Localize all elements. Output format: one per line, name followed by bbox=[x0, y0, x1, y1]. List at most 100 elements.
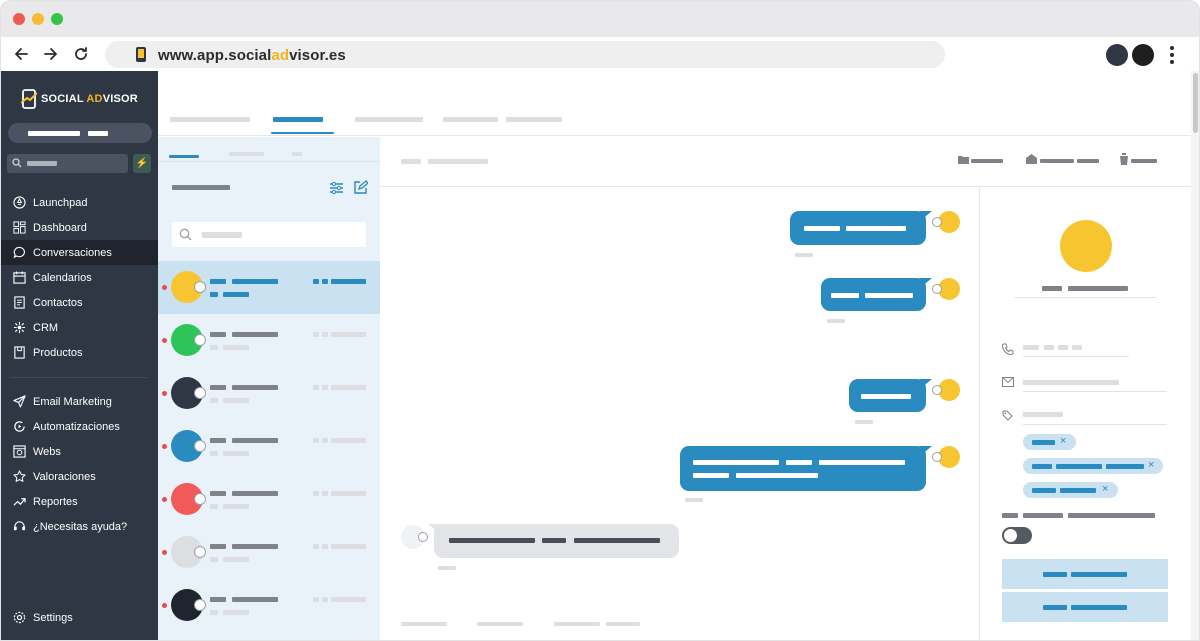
conversation-search-input[interactable] bbox=[172, 222, 366, 247]
remove-tag-icon[interactable]: × bbox=[1060, 435, 1066, 447]
contact-last-name bbox=[1068, 286, 1128, 291]
bubble-tail bbox=[920, 446, 932, 456]
close-window-button[interactable] bbox=[13, 13, 25, 25]
sidebar-search[interactable] bbox=[7, 154, 128, 173]
brand-logo[interactable]: SOCIAL ADVISOR bbox=[21, 89, 138, 109]
profile-avatar[interactable] bbox=[1106, 44, 1128, 66]
sidebar-item-settings[interactable]: Settings bbox=[1, 605, 158, 630]
subscription-toggle[interactable] bbox=[1002, 527, 1032, 544]
archive-icon[interactable] bbox=[1026, 153, 1037, 164]
unread-dot bbox=[162, 391, 167, 396]
folder-icon[interactable] bbox=[958, 155, 969, 164]
tab-4[interactable] bbox=[443, 117, 498, 122]
unread-dot bbox=[162, 497, 167, 502]
tab-5[interactable] bbox=[506, 117, 562, 122]
sidebar-item-label: ¿Necesitas ayuda? bbox=[33, 520, 128, 533]
archive-action-label[interactable] bbox=[1040, 159, 1074, 163]
composer-option[interactable] bbox=[554, 622, 600, 626]
sidebar-item-productos[interactable]: Productos bbox=[1, 340, 158, 365]
sidebar-item-label: Valoraciones bbox=[33, 470, 96, 483]
sidebar-item-email-marketing[interactable]: Email Marketing bbox=[1, 389, 158, 414]
tab-2-active[interactable] bbox=[273, 117, 323, 122]
email-icon bbox=[194, 387, 206, 399]
sidebar-item-conversaciones[interactable]: Conversaciones bbox=[1, 240, 158, 265]
calendar-icon bbox=[12, 271, 26, 285]
sidebar-item-contactos[interactable]: Contactos bbox=[1, 290, 158, 315]
move-action-label[interactable] bbox=[971, 159, 1003, 163]
message-text bbox=[574, 538, 660, 543]
message-outgoing[interactable] bbox=[790, 211, 926, 245]
email-underline bbox=[1023, 391, 1167, 392]
email-value[interactable] bbox=[1023, 380, 1119, 385]
filter-tab-3[interactable] bbox=[292, 152, 302, 156]
message-text bbox=[542, 538, 566, 543]
tag-label bbox=[1032, 440, 1055, 445]
sidebar-item-valoraciones[interactable]: Valoraciones bbox=[1, 464, 158, 489]
trash-icon[interactable] bbox=[1119, 153, 1129, 165]
composer-option[interactable] bbox=[401, 622, 447, 626]
filter-tab-active[interactable] bbox=[169, 155, 199, 158]
button-label-part bbox=[1071, 605, 1127, 610]
composer-option[interactable] bbox=[606, 622, 640, 626]
message-outgoing[interactable] bbox=[849, 379, 926, 412]
channel-icon bbox=[932, 385, 942, 395]
sidebar-item-necesitas-ayuda[interactable]: ¿Necesitas ayuda? bbox=[1, 514, 158, 539]
contact-name bbox=[210, 279, 226, 284]
sidebar-item-crm[interactable]: CRM bbox=[1, 315, 158, 340]
conversation-row[interactable] bbox=[158, 367, 380, 420]
message-outgoing[interactable] bbox=[680, 446, 926, 491]
address-bar[interactable]: www.app.socialadvisor.es bbox=[105, 41, 945, 68]
timestamp-part bbox=[331, 332, 366, 337]
conversation-row[interactable] bbox=[158, 526, 380, 579]
back-button[interactable] bbox=[10, 43, 32, 65]
tab-3[interactable] bbox=[355, 117, 423, 122]
account-switcher[interactable] bbox=[8, 123, 152, 143]
timestamp-part bbox=[322, 491, 328, 496]
tag-chip[interactable]: × bbox=[1023, 458, 1163, 474]
channel-icon bbox=[932, 452, 942, 462]
quick-action-button[interactable]: ⚡ bbox=[133, 154, 151, 173]
filter-sliders-icon[interactable] bbox=[329, 181, 344, 195]
sidebar-item-webs[interactable]: Webs bbox=[1, 439, 158, 464]
message-preview-part bbox=[223, 398, 249, 403]
sidebar-divider bbox=[11, 377, 148, 378]
sidebar-item-reportes[interactable]: Reportes bbox=[1, 489, 158, 514]
sidebar-item-automatizaciones[interactable]: Automatizaciones bbox=[1, 414, 158, 439]
tag-label-part bbox=[1106, 464, 1144, 469]
page-scrollbar[interactable] bbox=[1191, 71, 1199, 640]
contact-name-part bbox=[232, 332, 278, 337]
reload-icon bbox=[75, 47, 87, 60]
delete-action-label[interactable] bbox=[1131, 159, 1157, 163]
extension-avatar[interactable] bbox=[1132, 44, 1154, 66]
conversation-row[interactable] bbox=[158, 420, 380, 473]
composer-option[interactable] bbox=[477, 622, 523, 626]
conversation-row[interactable] bbox=[158, 261, 380, 314]
message-outgoing[interactable] bbox=[821, 278, 926, 311]
scroll-thumb[interactable] bbox=[1193, 73, 1198, 133]
sidebar-item-calendarios[interactable]: Calendarios bbox=[1, 265, 158, 290]
tag-chip[interactable]: × bbox=[1023, 434, 1076, 450]
remove-tag-icon[interactable]: × bbox=[1148, 459, 1154, 471]
phone-value[interactable] bbox=[1023, 345, 1039, 350]
conversation-row[interactable] bbox=[158, 473, 380, 526]
timestamp bbox=[313, 597, 319, 602]
primary-action-button[interactable] bbox=[1002, 559, 1168, 589]
remove-tag-icon[interactable]: × bbox=[1102, 483, 1108, 495]
conversation-row[interactable] bbox=[158, 579, 380, 632]
tab-1[interactable] bbox=[170, 117, 250, 122]
browser-menu-icon[interactable] bbox=[1169, 46, 1175, 64]
tag-chip[interactable]: × bbox=[1023, 482, 1118, 498]
sidebar-item-label: Calendarios bbox=[33, 271, 92, 284]
secondary-action-button[interactable] bbox=[1002, 592, 1168, 622]
compose-icon[interactable] bbox=[353, 180, 368, 195]
reload-button[interactable] bbox=[70, 43, 92, 65]
forward-button[interactable] bbox=[40, 43, 62, 65]
sidebar-item-dashboard[interactable]: Dashboard bbox=[1, 215, 158, 240]
filter-tab-2[interactable] bbox=[229, 152, 264, 156]
message-incoming[interactable] bbox=[434, 524, 679, 558]
maximize-window-button[interactable] bbox=[51, 13, 63, 25]
phone-value-part bbox=[1044, 345, 1054, 350]
sidebar-item-launchpad[interactable]: Launchpad bbox=[1, 190, 158, 215]
minimize-window-button[interactable] bbox=[32, 13, 44, 25]
conversation-row[interactable] bbox=[158, 314, 380, 367]
